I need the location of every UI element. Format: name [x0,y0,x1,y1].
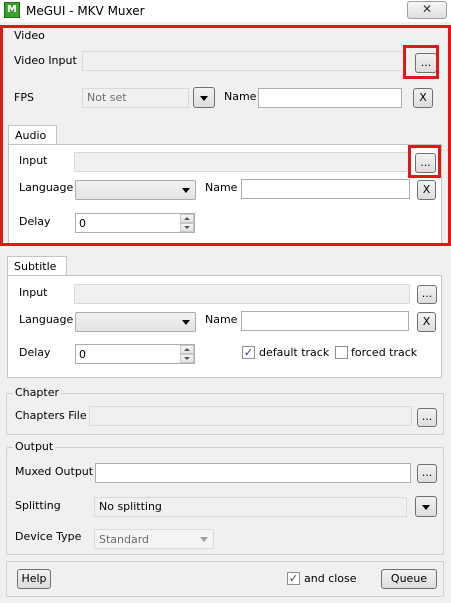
video-name-clear-button[interactable]: X [413,88,433,108]
chevron-down-icon [182,320,190,325]
chapter-group: Chapter Chapters File ... [6,386,444,435]
fps-select[interactable]: Not set [82,88,189,108]
video-input-field[interactable] [82,51,405,71]
audio-name-field[interactable] [241,179,410,199]
chapters-file-browse-button[interactable]: ... [417,408,437,427]
subtitle-input-field[interactable] [74,284,410,304]
default-track-checkbox[interactable]: ✓ [242,346,255,359]
video-name-label: Name [224,90,257,103]
subtitle-language-label: Language [19,313,74,326]
default-track-label: default track [259,346,330,359]
close-window-button[interactable]: ✕ [407,1,447,19]
video-group: Video Video Input ... FPS Not set Name X [6,29,444,116]
help-button[interactable]: Help [17,569,51,589]
chapters-file-field[interactable] [89,406,412,426]
chevron-down-icon [422,505,430,510]
muxed-output-browse-button[interactable]: ... [417,464,437,483]
subtitle-input-browse-button[interactable]: ... [417,285,437,304]
spin-up-icon[interactable] [180,214,194,223]
mkv-muxer-window: M MeGUI - MKV Muxer ✕ Video Video Input … [0,0,451,603]
splitting-label: Splitting [15,499,61,512]
subtitle-delay-spinner[interactable]: 0 [75,344,195,364]
audio-language-label: Language [19,181,74,194]
forced-track-checkbox[interactable] [335,346,348,359]
audio-name-clear-button[interactable]: X [417,180,436,200]
chapter-group-title: Chapter [13,386,61,399]
chapters-file-label: Chapters File [15,409,87,422]
title-bar[interactable]: M MeGUI - MKV Muxer ✕ [0,0,451,22]
audio-input-field[interactable] [74,152,411,172]
muxed-output-field[interactable] [95,463,411,483]
subtitle-language-select[interactable] [75,312,196,332]
fps-label: FPS [14,91,34,104]
fps-dropdown-button[interactable] [193,87,215,108]
window-title: MeGUI - MKV Muxer [26,4,145,18]
subtitle-input-label: Input [19,286,48,299]
device-type-label: Device Type [15,530,82,543]
spin-up-icon[interactable] [180,345,194,354]
video-group-title: Video [14,29,45,42]
subtitle-tab-panel: Input ... Language Name X Delay 0 ✓ defa… [7,275,442,378]
footer-panel: Help ✓ and close Queue [6,561,444,597]
tab-subtitle-1[interactable]: Subtitle 1 [7,256,67,286]
output-group-title: Output [13,440,56,453]
audio-delay-value: 0 [79,217,86,230]
video-name-field[interactable] [258,88,402,108]
audio-input-label: Input [19,154,48,167]
audio-language-select[interactable] [75,180,196,200]
spin-down-icon[interactable] [180,223,194,232]
subtitle-name-clear-button[interactable]: X [417,312,436,332]
audio-name-label: Name [205,181,238,194]
audio-tab-panel: Input ... Language Name X Delay 0 [8,144,442,244]
video-input-browse-button[interactable]: ... [415,53,437,73]
video-input-label: Video Input [14,54,77,67]
chevron-down-icon [200,537,208,542]
queue-button[interactable]: Queue [381,569,437,589]
megui-app-icon: M [4,2,20,18]
forced-track-label: forced track [351,346,418,359]
splitting-dropdown-button[interactable] [415,496,437,517]
and-close-label: and close [304,572,357,585]
and-close-checkbox[interactable]: ✓ [287,572,300,585]
subtitle-name-field[interactable] [241,311,409,331]
audio-delay-label: Delay [19,215,51,228]
spin-down-icon[interactable] [180,354,194,363]
muxed-output-label: Muxed Output [15,465,94,478]
splitting-select[interactable]: No splitting [94,497,407,517]
output-group: Output Muxed Output ... Splitting No spl… [6,440,444,555]
chevron-down-icon [200,96,208,101]
audio-delay-spinner[interactable]: 0 [75,213,195,233]
subtitle-name-label: Name [205,313,238,326]
subtitle-delay-value: 0 [79,348,86,361]
device-type-select: Standard [94,529,214,549]
subtitle-delay-label: Delay [19,346,51,359]
device-type-value: Standard [99,533,150,546]
tab-audio-1[interactable]: Audio 1 [8,125,57,155]
audio-input-browse-button[interactable]: ... [415,153,436,173]
chevron-down-icon [182,188,190,193]
